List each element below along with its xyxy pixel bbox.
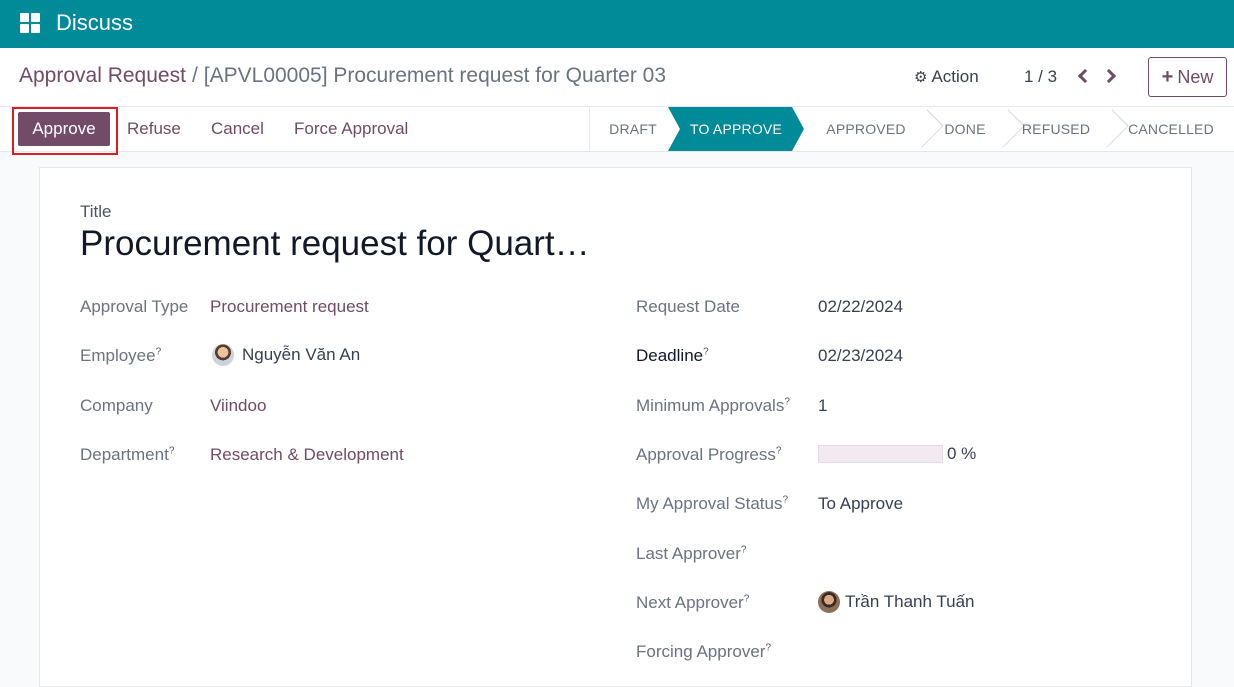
avatar <box>212 344 234 366</box>
pager-value[interactable]: 1 / 3 <box>1024 67 1057 87</box>
action-label: Action <box>931 67 979 86</box>
department-field[interactable]: Research & Development <box>210 445 404 465</box>
approval-type-field[interactable]: Procurement request <box>210 297 369 317</box>
approval-progress-label: Approval Progress? <box>636 445 782 464</box>
pager-next-button[interactable] <box>1101 62 1121 90</box>
cancel-button[interactable]: Cancel <box>211 119 264 139</box>
next-approver-label: Next Approver? <box>636 593 750 612</box>
breadcrumb-separator: / <box>191 64 198 87</box>
help-icon: ? <box>740 544 747 556</box>
next-approver-name: Trần Thanh Tuấn <box>845 592 975 611</box>
apps-grid-icon[interactable] <box>20 13 40 33</box>
company-field[interactable]: Viindoo <box>210 396 266 416</box>
employee-name: Nguyễn Văn An <box>242 345 361 364</box>
action-menu-button[interactable]: ⚙ Action <box>914 67 979 87</box>
help-icon: ? <box>743 593 750 605</box>
minimum-approvals-label: Minimum Approvals? <box>636 396 790 415</box>
request-date-field[interactable]: 02/22/2024 <box>818 297 903 317</box>
my-approval-status-label: My Approval Status? <box>636 494 789 513</box>
help-icon: ? <box>782 494 789 506</box>
plus-icon: + <box>1161 65 1174 88</box>
chevron-left-icon <box>1077 68 1093 84</box>
pager-previous-button[interactable] <box>1073 62 1093 90</box>
new-button[interactable]: + New <box>1148 57 1227 97</box>
approval-progress-bar <box>818 445 943 463</box>
employee-field[interactable]: Nguyễn Văn An <box>212 344 360 366</box>
approval-type-label: Approval Type <box>80 297 189 316</box>
last-approver-label: Last Approver? <box>636 544 747 563</box>
help-icon: ? <box>168 445 175 457</box>
minimum-approvals-field[interactable]: 1 <box>818 396 827 416</box>
help-icon: ? <box>775 445 782 457</box>
help-icon: ? <box>703 346 709 358</box>
status-step-approved[interactable]: APPROVED <box>810 107 922 151</box>
top-navbar: Discuss <box>0 0 1234 48</box>
gear-icon: ⚙ <box>914 69 928 86</box>
forcing-approver-label: Forcing Approver? <box>636 642 772 661</box>
breadcrumb-parent-link[interactable]: Approval Request <box>19 64 186 87</box>
department-label: Department? <box>80 445 175 464</box>
status-step-to-approve[interactable]: TO APPROVE <box>668 107 804 151</box>
approval-progress-value: 0 % <box>947 444 977 463</box>
company-label: Company <box>80 396 153 415</box>
status-steps: DRAFT TO APPROVE APPROVED DONE REFUSED C… <box>589 107 1234 152</box>
breadcrumb: Approval Request / [APVL00005] Procurement… <box>19 64 666 88</box>
help-icon: ? <box>155 346 162 358</box>
employee-label: Employee? <box>80 346 162 365</box>
deadline-field[interactable]: 02/23/2024 <box>818 346 903 366</box>
title-label: Title <box>80 202 112 221</box>
chevron-right-icon <box>1101 68 1117 84</box>
avatar <box>818 591 840 613</box>
title-field[interactable]: Procurement request for Quart… <box>80 224 590 264</box>
help-icon: ? <box>784 396 790 408</box>
request-date-label: Request Date <box>636 297 740 316</box>
next-approver-field[interactable]: Trần Thanh Tuấn <box>818 591 974 613</box>
new-label: New <box>1177 66 1214 87</box>
breadcrumb-current: [APVL00005] Procurement request for Quar… <box>203 64 667 87</box>
status-step-cancelled[interactable]: CANCELLED <box>1110 107 1232 151</box>
force-approval-button[interactable]: Force Approval <box>294 119 408 139</box>
app-title[interactable]: Discuss <box>56 10 133 36</box>
approve-button[interactable]: Approve <box>18 112 110 146</box>
refuse-button[interactable]: Refuse <box>127 119 181 139</box>
status-step-draft[interactable]: DRAFT <box>590 107 676 151</box>
deadline-label: Deadline? <box>636 346 709 365</box>
help-icon: ? <box>765 642 772 654</box>
control-panel: Approval Request / [APVL00005] Procurement… <box>0 48 1234 107</box>
my-approval-status-field: To Approve <box>818 494 904 513</box>
